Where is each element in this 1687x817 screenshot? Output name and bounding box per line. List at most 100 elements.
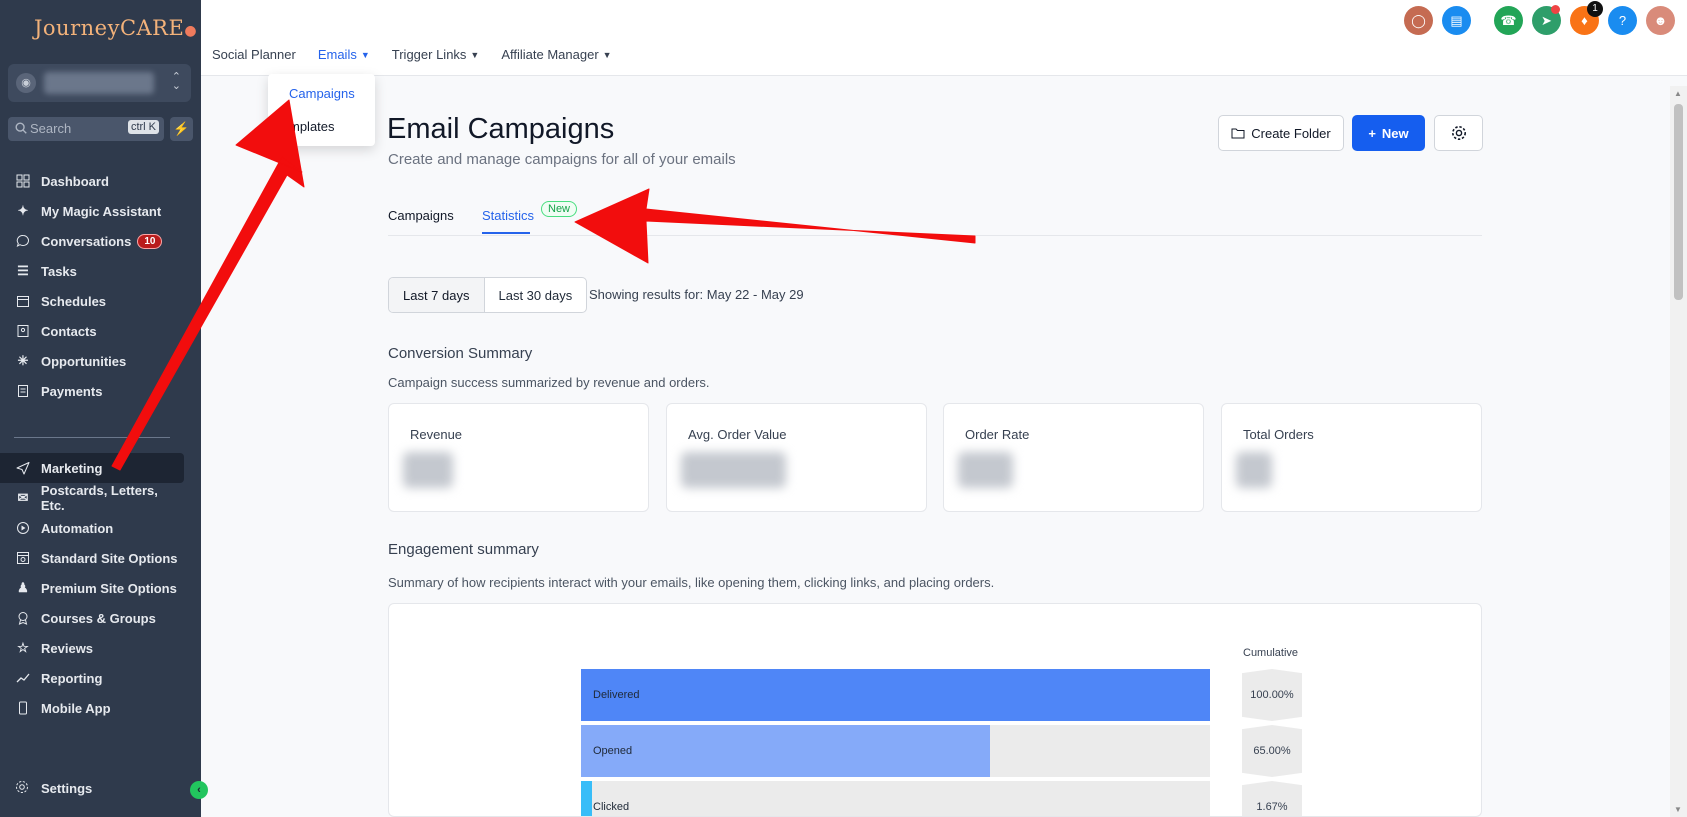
star-icon: ☆ — [17, 640, 29, 655]
chevron-down-icon: ▼ — [602, 49, 612, 60]
shortcut-hint: ctrl K — [127, 120, 159, 134]
tab-statistics[interactable]: Statistics — [482, 208, 534, 223]
contacts-book-icon — [14, 322, 32, 340]
metric-card-revenue: Revenue — [388, 403, 649, 512]
premium-icon: ♟ — [17, 580, 29, 595]
scrollbar-thumb[interactable] — [1674, 104, 1683, 300]
automation-icon — [14, 519, 32, 537]
unread-dot — [1551, 5, 1560, 14]
network-icon: ✳ — [17, 353, 29, 368]
top-nav: Social Planner Emails ▼ Trigger Links ▼ Af… — [212, 47, 612, 62]
collapse-sidebar-chevron-icon[interactable]: ‹ — [190, 781, 208, 799]
account-switcher[interactable]: ◉ ⌃ ⌄ — [8, 64, 191, 102]
sidebar-item-mobile-app[interactable]: Mobile App — [0, 693, 184, 723]
scroll-up-arrow-icon[interactable]: ▲ — [1674, 89, 1682, 98]
funnel-row-clicked: Clicked — [581, 781, 1210, 816]
redacted-value — [1236, 452, 1272, 488]
bell-icon[interactable]: ♦ 1 — [1570, 1, 1603, 35]
send-icon — [14, 459, 32, 477]
metric-card-total-orders: Total Orders — [1221, 403, 1482, 512]
search-input[interactable]: Search ctrl K — [8, 117, 164, 141]
tab-emails[interactable]: Emails ▼ — [318, 47, 370, 62]
account-name-redacted — [44, 72, 154, 94]
help-icon[interactable]: ? — [1608, 6, 1637, 35]
search-icon — [15, 122, 27, 134]
sidebar-item-dashboard[interactable]: Dashboard — [0, 166, 184, 196]
engagement-funnel-chart: Cumulative Delivered 100.00% Opened 65.00% C… — [388, 603, 1482, 817]
trend-icon — [14, 669, 32, 687]
avatar[interactable]: ☻ — [1646, 6, 1675, 35]
chat-widget-icon[interactable]: ◯ — [1404, 6, 1433, 35]
sidebar-item-reviews[interactable]: ☆ Reviews — [0, 633, 184, 663]
mail-stack-icon: ✉ — [17, 490, 29, 505]
new-campaign-button[interactable]: + New — [1352, 115, 1425, 151]
gear-icon — [1451, 126, 1466, 140]
range-last-7-days[interactable]: Last 7 days — [389, 278, 485, 312]
sidebar-item-schedules[interactable]: Schedules — [0, 286, 184, 316]
funnel-label-clicked: Clicked — [593, 801, 630, 813]
cumulative-value-opened: 65.00% — [1242, 725, 1302, 777]
header-actions: ◯ ▤ ☎ ➤ ♦ 1 ? ☻ — [1404, 1, 1675, 35]
active-tab-indicator — [482, 232, 530, 234]
folder-icon — [1231, 128, 1245, 139]
chat-bubble-icon — [14, 232, 32, 250]
top-bar: Social Planner Emails ▼ Trigger Links ▼ Af… — [201, 0, 1687, 76]
scroll-down-arrow-icon[interactable]: ▼ — [1674, 805, 1682, 814]
menu-item-templates[interactable]: mplates — [289, 119, 335, 134]
tab-affiliate-manager[interactable]: Affiliate Manager ▼ — [501, 47, 611, 62]
notification-count: 1 — [1587, 1, 1603, 17]
unread-badge: 10 — [137, 233, 163, 249]
funnel-bar-opened[interactable] — [581, 725, 990, 777]
sidebar-item-tasks[interactable]: ☰ Tasks — [0, 256, 184, 286]
sidebar-item-contacts[interactable]: Contacts — [0, 316, 184, 346]
sidebar-item-conversations[interactable]: Conversations 10 — [0, 226, 184, 256]
range-last-30-days[interactable]: Last 30 days — [485, 278, 587, 312]
chevron-down-icon: ▼ — [360, 49, 370, 60]
sidebar-item-magic-assistant[interactable]: ✦ My Magic Assistant — [0, 196, 184, 226]
chevron-updown-icon: ⌃ ⌄ — [171, 71, 181, 92]
settings-button[interactable] — [1434, 115, 1483, 151]
funnel-row-delivered: Delivered — [581, 669, 1210, 721]
sidebar-item-opportunities[interactable]: ✳ Opportunities — [0, 346, 184, 376]
tab-social-planner[interactable]: Social Planner — [212, 47, 296, 62]
mobile-icon — [14, 699, 32, 717]
create-folder-button[interactable]: Create Folder — [1218, 115, 1344, 151]
page-scrollbar[interactable]: ▲ ▼ — [1670, 86, 1687, 817]
gear-icon — [14, 779, 32, 797]
sidebar-item-marketing[interactable]: Marketing — [0, 453, 184, 483]
emails-dropdown-menu: Campaigns mplates — [268, 74, 375, 146]
sidebar-item-payments[interactable]: Payments — [0, 376, 184, 406]
sidebar-item-courses[interactable]: Courses & Groups — [0, 603, 184, 633]
redacted-value — [403, 452, 453, 488]
funnel-bar-delivered[interactable] — [581, 669, 1210, 721]
cumulative-value-clicked: 1.67% — [1242, 781, 1302, 816]
results-range-text: Showing results for: May 22 - May 29 — [589, 287, 804, 302]
engagement-summary-desc: Summary of how recipients interact with … — [388, 575, 995, 590]
sidebar: JourneyCARE● ◉ ⌃ ⌄ Search ctrl K ⚡ Dashbo… — [0, 0, 208, 817]
page-title: Email Campaigns — [387, 113, 615, 145]
id-card-icon[interactable]: ▤ — [1442, 6, 1471, 35]
funnel-row-opened: Opened — [581, 725, 1210, 777]
search-placeholder: Search — [30, 121, 72, 136]
conversion-summary-desc: Campaign success summarized by revenue a… — [388, 375, 710, 390]
logo[interactable]: JourneyCARE● — [34, 16, 197, 40]
annotation-arrow-to-statistics — [574, 188, 976, 264]
megaphone-icon[interactable]: ➤ — [1532, 5, 1561, 35]
funnel-bar-clicked[interactable] — [581, 781, 592, 816]
quick-action-bolt-icon[interactable]: ⚡ — [170, 117, 193, 141]
sidebar-item-standard-site[interactable]: Standard Site Options — [0, 543, 184, 573]
plus-icon: + — [1368, 125, 1376, 141]
tab-trigger-links[interactable]: Trigger Links ▼ — [392, 47, 480, 62]
magic-wand-icon: ✦ — [17, 203, 29, 218]
sidebar-item-automation[interactable]: Automation — [0, 513, 184, 543]
sidebar-item-premium-site[interactable]: ♟ Premium Site Options — [0, 573, 184, 603]
menu-item-campaigns[interactable]: Campaigns — [289, 86, 355, 101]
dashboard-icon — [14, 172, 32, 190]
phone-icon[interactable]: ☎ — [1494, 6, 1523, 35]
tab-campaigns[interactable]: Campaigns — [388, 208, 454, 223]
sidebar-item-reporting[interactable]: Reporting — [0, 663, 184, 693]
sidebar-item-settings[interactable]: Settings — [0, 776, 92, 800]
sidebar-item-postcards[interactable]: ✉ Postcards, Letters, Etc. — [0, 483, 184, 513]
tabs-divider — [388, 235, 1482, 236]
metric-card-avg-order-value: Avg. Order Value — [666, 403, 927, 512]
